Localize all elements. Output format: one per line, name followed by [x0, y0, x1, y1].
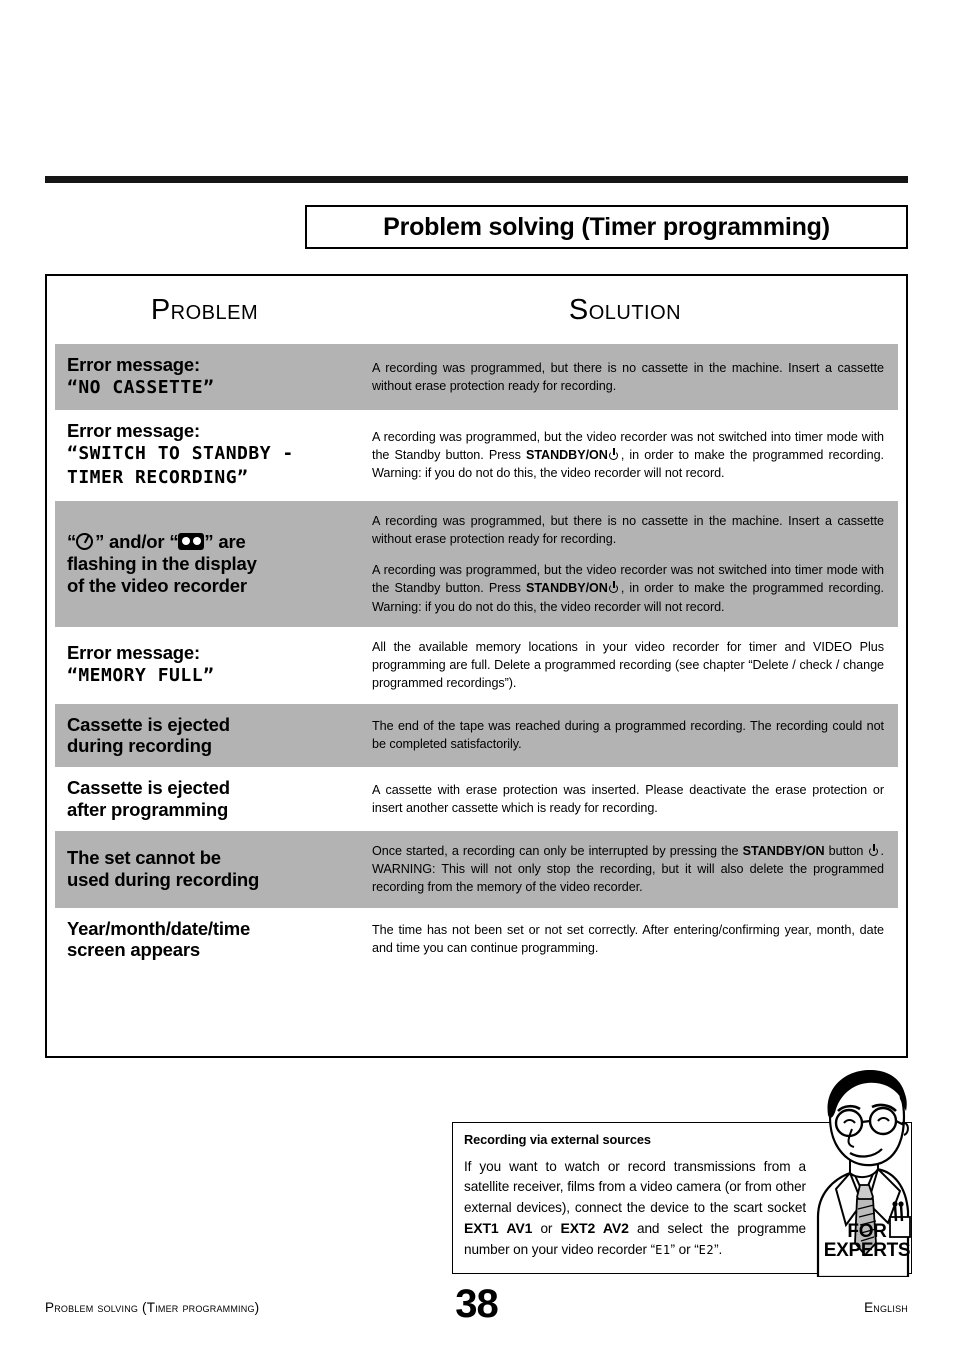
problem-cell: Cassette is ejected during recording	[55, 704, 362, 768]
solution-paragraph: All the available memory locations in yo…	[372, 639, 884, 691]
page-title: Problem solving (Timer programming)	[383, 212, 830, 241]
table-row: Error message: “SWITCH TO STANDBY - TIME…	[55, 410, 898, 500]
clock-icon	[76, 532, 95, 551]
solution-cell: A recording was programmed, but there is…	[362, 501, 898, 627]
problem-label-line3: of the video recorder	[67, 574, 247, 596]
display-message: “MEMORY FULL”	[67, 664, 215, 686]
problem-cell: Cassette is ejected after programming	[55, 767, 362, 831]
problem-label: Error message:	[67, 420, 200, 442]
solution-cell: The end of the tape was reached during a…	[362, 704, 898, 768]
display-message-line1: “SWITCH TO STANDBY -	[67, 442, 294, 464]
table-row: Error message: “MEMORY FULL” All the ava…	[55, 627, 898, 704]
problem-cell: The set cannot be used during recording	[55, 831, 362, 908]
standby-on-keyword: STANDBY/ON	[742, 843, 825, 858]
problem-label: Error message:	[67, 354, 200, 375]
solution-cell: All the available memory locations in yo…	[362, 627, 898, 704]
problem-solution-table: Problem Solution Error message: “NO CASS…	[45, 274, 908, 1058]
problem-label-line2: screen appears	[67, 939, 200, 961]
solution-text-a: Once started, a recording can only be in…	[372, 843, 743, 858]
table-row: Error message: “NO CASSETTE” A recording…	[55, 344, 898, 411]
cassette-reel-right	[192, 537, 201, 546]
experts-text-p5: ”.	[714, 1241, 723, 1257]
problem-label-line1: The set cannot be	[67, 847, 221, 869]
table-row: The set cannot be used during recording …	[55, 830, 898, 908]
problem-label-line2: flashing in the display	[67, 552, 257, 574]
problem-label-line2: after programming	[67, 799, 229, 821]
problem-label-line1: Cassette is ejected	[67, 713, 230, 735]
standby-on-keyword: STANDBY/ON	[525, 581, 608, 596]
solution-cell: A recording was programmed, but there is…	[362, 344, 898, 410]
solution-text-c: button	[824, 843, 868, 858]
header-rule	[45, 176, 908, 183]
solution-paragraph: A recording was programmed, but the vide…	[372, 561, 884, 616]
problem-label-line1: Year/month/date/time	[67, 917, 251, 939]
experts-text-p1: If you want to watch or record transmiss…	[464, 1159, 806, 1215]
table-row: Cassette is ejected after programming A …	[55, 767, 898, 831]
for-experts-label: FOR EXPERTS	[818, 1222, 916, 1261]
solution-paragraph: A recording was programmed, but the vide…	[372, 428, 884, 483]
solution-paragraph: A cassette with erase protection was ins…	[372, 782, 884, 816]
experts-box-body: If you want to watch or record transmiss…	[464, 1157, 806, 1260]
solution-cell: Once started, a recording can only be in…	[362, 831, 898, 908]
experts-text-p4: ” or “	[670, 1241, 699, 1257]
footer-language: English	[864, 1300, 908, 1315]
footer-page-number: 38	[455, 1282, 499, 1326]
for-experts-line2: EXPERTS	[823, 1240, 911, 1262]
solution-paragraph: A recording was programmed, but there is…	[372, 360, 884, 394]
page-title-box: Problem solving (Timer programming)	[305, 205, 908, 249]
ext2-av2-keyword: EXT2 AV2	[560, 1220, 629, 1237]
problem-label-line2: during recording	[67, 735, 212, 757]
quote-open: “	[67, 530, 77, 552]
table-row: “ ” and/or “ ” are flashing in the display…	[55, 500, 898, 627]
flash-text-a: ” and/or “	[95, 530, 179, 552]
problem-cell: Error message: “SWITCH TO STANDBY - TIME…	[55, 410, 362, 500]
column-header-problem: Problem	[150, 293, 259, 326]
solution-paragraph: The time has not been set or not set cor…	[372, 923, 884, 956]
power-icon	[868, 843, 880, 856]
ext1-av1-keyword: EXT1 AV1	[464, 1220, 533, 1237]
problem-cell: Error message: “MEMORY FULL”	[55, 627, 362, 704]
page-footer: Problem solving (Timer programming) 38 E…	[45, 1282, 908, 1332]
problem-cell: Error message: “NO CASSETTE”	[55, 344, 362, 410]
problem-label-line1: Cassette is ejected	[67, 777, 230, 799]
cassette-icon	[178, 532, 205, 550]
problem-cell: “ ” and/or “ ” are flashing in the display…	[55, 501, 362, 627]
table-header-row: Problem Solution	[47, 276, 906, 344]
display-code-e1: E1	[655, 1242, 671, 1257]
solution-paragraph: A recording was programmed, but there is…	[372, 513, 884, 546]
solution-cell: The time has not been set or not set cor…	[362, 908, 898, 972]
solution-paragraph: Once started, a recording can only be in…	[372, 842, 884, 897]
solution-paragraph: The end of the tape was reached during a…	[372, 719, 884, 752]
solution-cell: A recording was programmed, but the vide…	[362, 410, 898, 500]
problem-label-line2: used during recording	[67, 869, 260, 891]
problem-cell: Year/month/date/time screen appears	[55, 908, 362, 972]
display-message: “NO CASSETTE”	[67, 376, 215, 398]
solution-cell: A cassette with erase protection was ins…	[362, 767, 898, 831]
power-icon	[608, 448, 620, 461]
standby-on-keyword: STANDBY/ON	[525, 448, 608, 463]
flash-text-b: ” are	[204, 530, 246, 552]
display-code-e2: E2	[698, 1242, 715, 1257]
display-message-line2: TIMER RECORDING”	[67, 467, 249, 489]
power-icon	[608, 581, 620, 594]
problem-label-line1: “ ” and/or “ ” are	[67, 531, 350, 553]
experts-text-p2: or	[532, 1221, 561, 1237]
problem-label: Error message:	[67, 642, 200, 664]
cassette-reel-left	[181, 537, 190, 546]
for-experts-line1: FOR	[847, 1221, 887, 1242]
column-header-solution: Solution	[568, 293, 682, 326]
table-row: Year/month/date/time screen appears The …	[55, 908, 898, 972]
table-row: Cassette is ejected during recording The…	[55, 703, 898, 768]
